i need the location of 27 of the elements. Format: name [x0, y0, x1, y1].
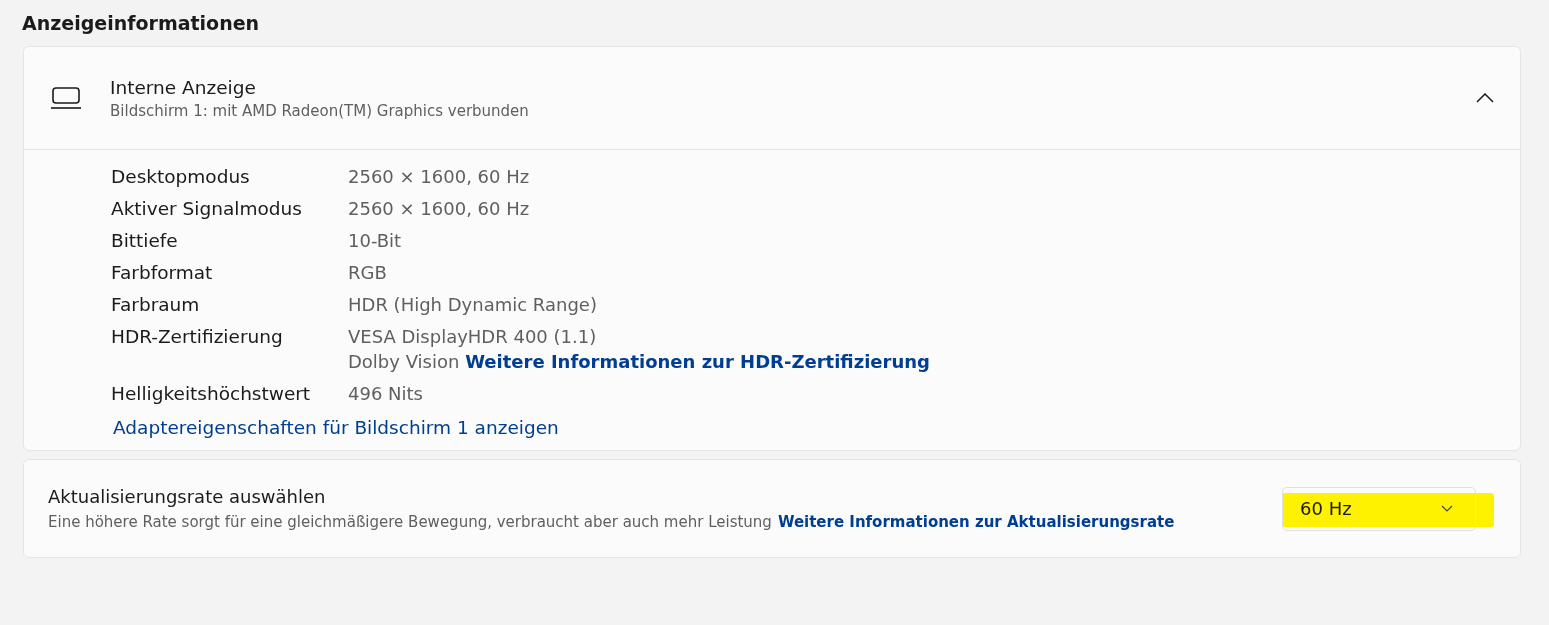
laptop-icon [50, 87, 82, 109]
property-label: Aktiver Signalmodus [111, 198, 302, 219]
info-link[interactable]: Weitere Informationen zur HDR-Zertifizierung [465, 351, 930, 372]
chevron-down-icon [1441, 505, 1453, 512]
property-label: Farbraum [111, 294, 200, 315]
property-value: RGB [348, 262, 387, 283]
property-label: Bittiefe [111, 230, 178, 251]
property-value: Dolby Vision Weitere Informationen zur HDR-Zertifizierung [348, 351, 930, 372]
property-value: 496 Nits [348, 383, 423, 404]
chevron-icon[interactable] [1476, 93, 1494, 103]
property-label: HDR-Zertifizierung [111, 326, 283, 347]
property-value: VESA DisplayHDR 400 (1.1) [348, 326, 597, 347]
property-value: 10-Bit [348, 230, 402, 251]
section-heading: Anzeigeinformationen [22, 12, 260, 34]
property-label: Helligkeitshöchstwert [111, 383, 311, 404]
refresh-rate-dropdown[interactable]: 60 Hz [1282, 486, 1476, 531]
property-label: Farbformat [111, 262, 213, 283]
refresh-rate-description: Eine höhere Rate sorgt für eine gleichmäßigere Bewegung, verbraucht aber auch mehr Leistung Weitere Informationen zur Aktualisierungsrate [48, 513, 1175, 531]
property-label: Desktopmodus [111, 166, 250, 187]
info-link[interactable]: Weitere Informationen zur Aktualisierungsrate [777, 513, 1175, 531]
display-subtitle: Bildschirm 1: mit AMD Radeon(TM) Graphics verbunden [110, 101, 529, 120]
refresh-rate-title: Aktualisierungsrate auswählen [48, 486, 326, 507]
property-value: 2560 × 1600, 60 Hz [348, 198, 530, 219]
property-value: HDR (High Dynamic Range) [348, 294, 597, 315]
adapter-properties-link[interactable]: Adaptereigenschaften für Bildschirm 1 anzeigen [113, 417, 559, 438]
property-value: 2560 × 1600, 60 Hz [348, 166, 530, 187]
display-name: Interne Anzeige [110, 76, 256, 98]
